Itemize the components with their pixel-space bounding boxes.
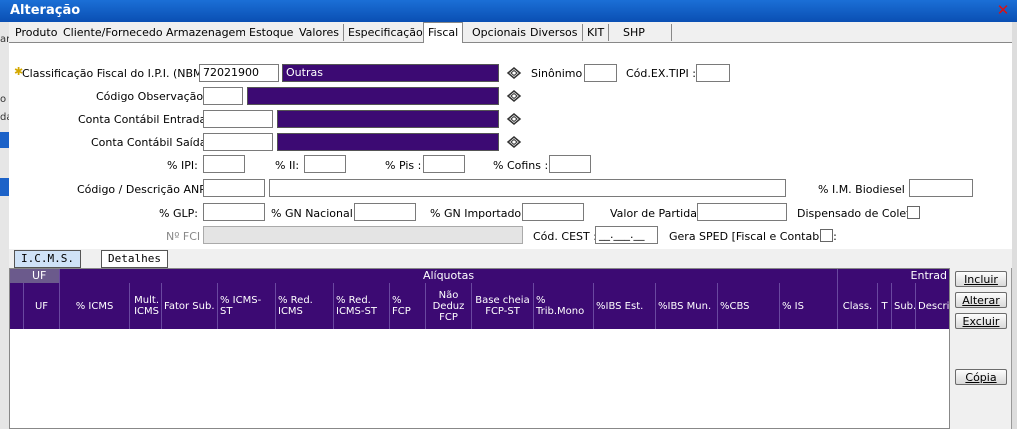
ncm-description: Outras <box>282 64 499 82</box>
tab-shp[interactable]: SHP <box>619 24 672 41</box>
lookup-icon[interactable] <box>506 66 522 80</box>
gn-nacional-input[interactable] <box>354 203 416 221</box>
tab-bar: Produto Cliente/Fornecedor Armazenagem E… <box>9 22 1012 43</box>
valor-partida-label: Valor de Partida: <box>610 207 701 220</box>
tab-produto[interactable]: Produto <box>11 24 63 41</box>
subtab-icms[interactable]: I.C.M.S. <box>14 250 81 268</box>
grid-header[interactable]: %IBS Est. <box>594 283 656 329</box>
grid-header[interactable]: T <box>878 283 892 329</box>
copia-button[interactable]: Cópia <box>955 369 1007 385</box>
ii-label: % II: <box>275 159 300 172</box>
anp-code-input[interactable] <box>203 179 265 197</box>
sped-label: Gera SPED [Fiscal e Contabil] : <box>669 230 837 243</box>
window-titlebar: Alteração ✕ <box>0 0 1017 22</box>
tab-opcionais[interactable]: Opcionais <box>468 24 531 41</box>
grid-header[interactable]: %CBS <box>718 283 780 329</box>
biodiesel-input[interactable] <box>909 179 973 197</box>
ncm-label: Classificação Fiscal do I.P.I. (NBM) : <box>22 67 215 80</box>
ii-input[interactable] <box>304 155 346 173</box>
grid-header[interactable]: %IBS Mun. <box>656 283 718 329</box>
conta-entrada-label: Conta Contábil Entrada : <box>78 113 214 126</box>
grid-group-aliquotas: Alíquotas <box>60 269 838 283</box>
cod-obs-input[interactable] <box>203 87 243 105</box>
bg-selection <box>0 132 9 148</box>
tab-valores[interactable]: Valores <box>295 24 344 41</box>
pis-input[interactable] <box>423 155 465 173</box>
grid-group-entrada: Entrad <box>838 269 949 283</box>
tab-diversos[interactable]: Diversos <box>526 24 583 41</box>
grid-header[interactable]: % ICMS <box>60 283 130 329</box>
conta-saida-label: Conta Contábil Saída : <box>91 136 214 149</box>
grid-header[interactable]: Fator Sub. <box>162 283 218 329</box>
tab-fiscal[interactable]: Fiscal <box>423 22 464 43</box>
gn-nacional-label: % GN Nacional: <box>271 207 357 220</box>
grid-header[interactable]: % FCP <box>390 283 426 329</box>
glp-input[interactable] <box>203 203 265 221</box>
cod-ex-tipi-label: Cód.EX.TIPI : <box>626 67 696 80</box>
grid-header[interactable]: Descri <box>916 283 949 329</box>
gn-importado-label: % GN Importado: <box>430 207 525 220</box>
subtab-detalhes[interactable]: Detalhes <box>101 250 168 268</box>
grid-row-indicator <box>10 283 24 329</box>
close-icon[interactable]: ✕ <box>995 2 1011 18</box>
fiscal-panel: ✱ Classificação Fiscal do I.P.I. (NBM) :… <box>9 42 1012 250</box>
cest-input[interactable]: __.___.__ <box>595 226 658 244</box>
ncm-input[interactable]: 72021900 <box>199 64 279 82</box>
tab-kit[interactable]: KIT <box>583 24 610 41</box>
grid-header[interactable]: Class. <box>838 283 878 329</box>
ipi-input[interactable] <box>203 155 245 173</box>
pis-label: % Pis : <box>385 159 422 172</box>
tab-especificacao[interactable]: Especificação <box>344 24 428 41</box>
grid-group-uf: UF <box>10 269 60 283</box>
conta-entrada-description <box>277 110 499 128</box>
cofins-label: % Cofins : <box>493 159 549 172</box>
ipi-label: % IPI: <box>167 159 198 172</box>
cest-label: Cód. CEST : <box>533 230 597 243</box>
cod-obs-description <box>247 87 499 105</box>
bg-selection <box>0 178 9 196</box>
grid-header[interactable]: % IS <box>780 283 838 329</box>
grid-header[interactable]: % Trib.Mono <box>534 283 594 329</box>
glp-label: % GLP: <box>159 207 198 220</box>
window-title: Alteração <box>10 3 81 18</box>
excluir-button[interactable]: Excluir <box>955 313 1007 329</box>
icms-grid[interactable]: UF Alíquotas Entrad UF % ICMS Mult. ICMS… <box>9 268 950 429</box>
cod-ex-tipi-input[interactable] <box>696 64 730 82</box>
biodiesel-label: % I.M. Biodiesel : <box>818 183 913 196</box>
tab-estoque[interactable]: Estoque <box>245 24 299 41</box>
sped-checkbox[interactable] <box>820 229 833 242</box>
nfci-input <box>203 226 523 244</box>
alterar-button[interactable]: Alterar <box>955 292 1007 308</box>
grid-header[interactable]: Mult. ICMS <box>130 283 162 329</box>
nfci-label: Nº FCI : <box>166 230 208 243</box>
lookup-icon[interactable] <box>506 89 522 103</box>
gn-importado-input[interactable] <box>522 203 584 221</box>
cod-obs-label: Código Observação : <box>96 90 211 103</box>
anp-label: Código / Descrição ANP : <box>77 183 214 196</box>
grid-header[interactable]: % ICMS-ST <box>218 283 276 329</box>
lookup-icon[interactable] <box>506 135 522 149</box>
conta-entrada-input[interactable] <box>203 110 273 128</box>
dispensado-checkbox[interactable] <box>907 206 920 219</box>
tab-cliente-fornecedor[interactable]: Cliente/Fornecedor <box>59 24 173 41</box>
dispensado-label: Dispensado de Coleta <box>797 207 918 220</box>
conta-saida-input[interactable] <box>203 133 273 151</box>
incluir-button[interactable]: Incluir <box>955 271 1007 287</box>
cofins-input[interactable] <box>549 155 591 173</box>
bg-fragment: o <box>0 94 7 105</box>
conta-saida-description <box>277 133 499 151</box>
tab-armazenagem[interactable]: Armazenagem <box>162 24 252 41</box>
grid-header[interactable]: % Red. ICMS <box>276 283 334 329</box>
grid-header[interactable]: Não Deduz FCP <box>426 283 472 329</box>
lookup-icon[interactable] <box>506 112 522 126</box>
grid-header[interactable]: Base cheia FCP-ST <box>472 283 534 329</box>
anp-description-input[interactable] <box>269 179 786 197</box>
grid-header[interactable]: % Red. ICMS-ST <box>334 283 390 329</box>
icms-subtab-bar: I.C.M.S. Detalhes <box>9 249 1012 268</box>
valor-partida-input[interactable] <box>697 203 787 221</box>
grid-header[interactable]: Sub. <box>892 283 916 329</box>
sinonimo-label: Sinônimo : <box>531 67 590 80</box>
sinonimo-input[interactable] <box>584 64 617 82</box>
grid-header[interactable]: UF <box>24 283 60 329</box>
